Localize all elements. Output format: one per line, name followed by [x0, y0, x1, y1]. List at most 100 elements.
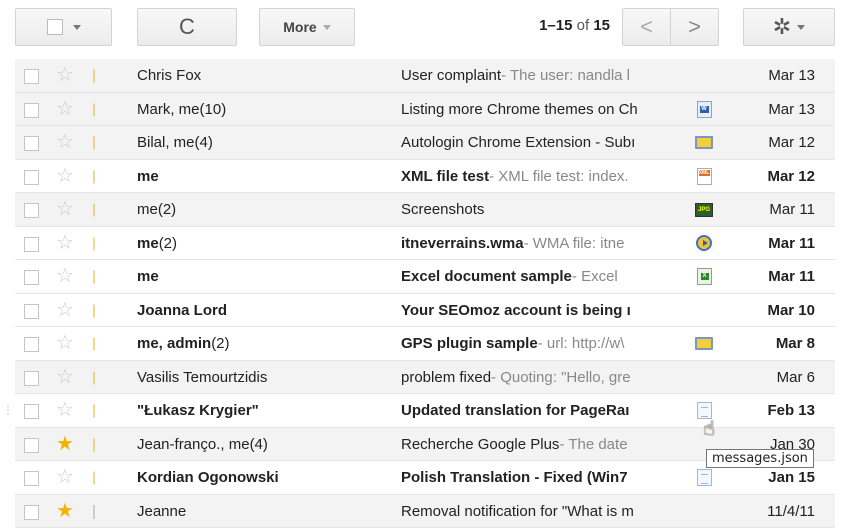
message-row[interactable]: ☆ me XML file test - XML file test: inde… — [15, 159, 835, 193]
star-icon[interactable]: ☆ — [56, 227, 74, 260]
toolbar: C More 1–15 of 15 < > ✲ — [0, 0, 850, 58]
attachment-cell[interactable] — [694, 126, 714, 159]
count-range: 1–15 — [539, 17, 573, 34]
row-checkbox[interactable] — [24, 337, 39, 352]
chevron-down-icon — [72, 24, 81, 30]
xml-icon[interactable] — [696, 167, 712, 185]
select-menu-button[interactable] — [15, 8, 112, 46]
sender: me — [137, 167, 159, 185]
message-row[interactable]: ☆ me (2) itneverrains.wma - WMA file: it… — [15, 226, 835, 260]
older-button[interactable]: > — [670, 8, 719, 46]
star-icon[interactable]: ☆ — [56, 93, 74, 126]
star-icon[interactable]: ☆ — [56, 193, 74, 226]
more-button[interactable]: More — [259, 8, 355, 46]
doc-icon[interactable] — [696, 100, 712, 118]
jpg-icon[interactable]: JPG — [695, 202, 713, 217]
message-row[interactable]: ☆ me, admin (2) GPS plugin sample - url:… — [15, 327, 835, 361]
message-row[interactable]: ☆ Chris Fox User complaint - The user: n… — [15, 59, 835, 93]
star-icon[interactable]: ★ — [56, 495, 74, 528]
newer-button[interactable]: < — [622, 8, 671, 46]
media-icon[interactable] — [696, 235, 712, 251]
date: 11/4/11 — [767, 502, 815, 520]
row-checkbox[interactable] — [24, 69, 39, 84]
star-icon[interactable]: ☆ — [56, 327, 74, 360]
row-checkbox[interactable] — [24, 236, 39, 252]
star-icon[interactable]: ☆ — [56, 394, 74, 427]
screen-icon[interactable] — [695, 337, 713, 350]
sender: Bilal, me (4) — [137, 134, 213, 151]
attachment-cell[interactable] — [694, 260, 714, 293]
attachment-cell[interactable] — [694, 160, 714, 193]
screen-icon[interactable] — [695, 136, 713, 149]
star-icon[interactable]: ☆ — [56, 59, 74, 92]
attachment-cell[interactable] — [694, 327, 714, 360]
drag-handle-icon[interactable]: ⋮ — [3, 394, 13, 427]
attachment-cell[interactable] — [694, 227, 714, 260]
star-icon[interactable]: ☆ — [56, 361, 74, 394]
message-row[interactable]: ☆ Vasilis Temourtzidis problem fixed - Q… — [15, 360, 835, 394]
row-checkbox[interactable] — [24, 270, 39, 285]
sender: Chris Fox — [137, 67, 202, 84]
subject: itneverrains.wma - WMA file: itne — [401, 234, 625, 252]
hand-cursor-icon: ☝ — [703, 418, 716, 440]
message-row[interactable]: ☆ Bilal, me (4) Autologin Chrome Extensi… — [15, 126, 835, 160]
star-icon[interactable]: ☆ — [56, 461, 74, 494]
refresh-button[interactable]: C — [137, 8, 237, 46]
star-icon[interactable]: ★ — [56, 428, 74, 461]
row-checkbox[interactable] — [24, 370, 39, 386]
star-icon[interactable]: ☆ — [56, 160, 74, 193]
date: Mar 12 — [767, 167, 815, 185]
select-all-checkbox[interactable] — [46, 19, 63, 35]
sender: me, admin (2) — [137, 335, 230, 352]
date: Mar 12 — [768, 134, 815, 151]
snippet: - XML file test: index. — [489, 167, 629, 185]
star-icon[interactable]: ☆ — [56, 126, 74, 159]
sender: me — [137, 268, 159, 285]
chevron-down-icon — [797, 24, 806, 30]
message-row[interactable]: ★ Jeanne Removal notification for "What … — [15, 494, 835, 528]
subject: Removal notification for "What is m — [401, 502, 634, 520]
star-icon[interactable]: ☆ — [56, 260, 74, 293]
snippet: - The user: nandla l — [501, 67, 631, 84]
row-checkbox[interactable] — [24, 303, 39, 319]
snippet: - Quoting: "Hello, gre — [491, 368, 631, 386]
attachment-tooltip: messages.json — [706, 449, 814, 468]
row-checkbox[interactable] — [24, 471, 39, 486]
chevron-down-icon — [322, 24, 331, 30]
sender: Mark, me (10) — [137, 100, 227, 118]
row-checkbox[interactable] — [24, 404, 39, 419]
subject: problem fixed - Quoting: "Hello, gre — [401, 368, 631, 386]
message-row[interactable]: ☆ Mark, me (10) Listing more Chrome them… — [15, 92, 835, 126]
row-checkbox[interactable] — [24, 504, 39, 520]
row-checkbox[interactable] — [24, 136, 39, 151]
txt-icon[interactable] — [696, 469, 712, 486]
message-row[interactable]: ☆ Joanna Lord Your SEOmoz account is bei… — [15, 293, 835, 327]
subject: Excel document sample - Excel — [401, 268, 618, 285]
xls-icon[interactable] — [696, 268, 712, 285]
snippet: - Excel — [571, 268, 618, 285]
row-checkbox[interactable] — [24, 102, 39, 118]
subject: GPS plugin sample - url: http://w\ — [401, 335, 625, 352]
sender: Jeanne — [137, 502, 187, 520]
subject: Your SEOmoz account is being ı — [401, 301, 631, 319]
date: Mar 6 — [776, 368, 815, 386]
message-row[interactable]: ☆ me (2) Screenshots JPG Mar 11 — [15, 193, 835, 227]
row-checkbox[interactable] — [24, 169, 39, 185]
date: Feb 13 — [767, 402, 815, 419]
row-checkbox[interactable] — [24, 203, 39, 218]
subject: Recherche Google Plus - The date — [401, 435, 628, 453]
message-row[interactable]: ☆ me Excel document sample - Excel Mar 1… — [15, 260, 835, 294]
subject: Polish Translation - Fixed (Win7 — [401, 469, 628, 486]
settings-button[interactable]: ✲ — [743, 8, 835, 46]
snippet: - The date — [559, 435, 628, 453]
chevron-right-icon: > — [688, 14, 701, 39]
row-checkbox[interactable] — [24, 437, 39, 453]
sender: Joanna Lord — [137, 301, 228, 319]
sender: me (2) — [137, 234, 178, 252]
snippet: - url: http://w\ — [537, 335, 625, 352]
snippet: - WMA file: itne — [523, 234, 625, 252]
star-icon[interactable]: ☆ — [56, 294, 74, 327]
attachment-cell[interactable]: JPG — [694, 193, 714, 226]
attachment-cell[interactable] — [694, 93, 714, 126]
sender: Jean-franço., me (4) — [137, 435, 268, 453]
